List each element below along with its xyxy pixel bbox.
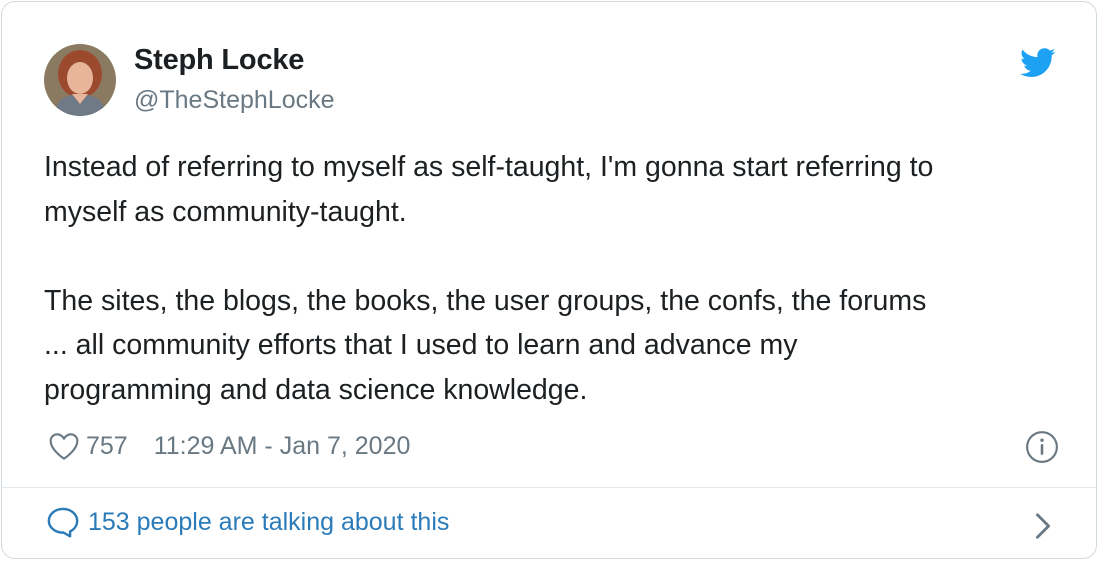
heart-icon: [49, 433, 79, 460]
tweet-meta: 757 11:29 AM - Jan 7, 2020: [48, 426, 410, 466]
like-count: 757: [86, 431, 128, 460]
tweet-blank-line: [44, 234, 1064, 279]
chevron-right-icon[interactable]: [1032, 512, 1054, 545]
tweet-timestamp[interactable]: 11:29 AM - Jan 7, 2020: [154, 432, 411, 461]
tweet-line: programming and data science knowledge.: [44, 373, 588, 406]
avatar[interactable]: [44, 44, 116, 116]
conversation-label[interactable]: 153 people are talking about this: [88, 508, 449, 537]
author-handle[interactable]: @TheStephLocke: [134, 86, 335, 115]
like-button[interactable]: 757: [48, 431, 128, 461]
conversation-link[interactable]: 153 people are talking about this: [46, 506, 449, 538]
tweet-line: ... all community efforts that I used to…: [44, 329, 798, 361]
twitter-bird-icon[interactable]: [1020, 48, 1056, 83]
tweet-line: The sites, the blogs, the books, the use…: [44, 284, 927, 317]
speech-bubble-icon: [47, 507, 79, 538]
info-icon[interactable]: [1025, 430, 1059, 469]
tweet-text: Instead of referring to myself as self-t…: [44, 145, 1064, 412]
tweet-card[interactable]: Steph Locke @TheStephLocke Instead of re…: [1, 1, 1097, 559]
tweet-line: myself as community-taught.: [44, 195, 407, 228]
author-name[interactable]: Steph Locke: [134, 44, 304, 77]
tweet-line: Instead of referring to myself as self-t…: [44, 151, 934, 183]
divider: [2, 487, 1096, 488]
